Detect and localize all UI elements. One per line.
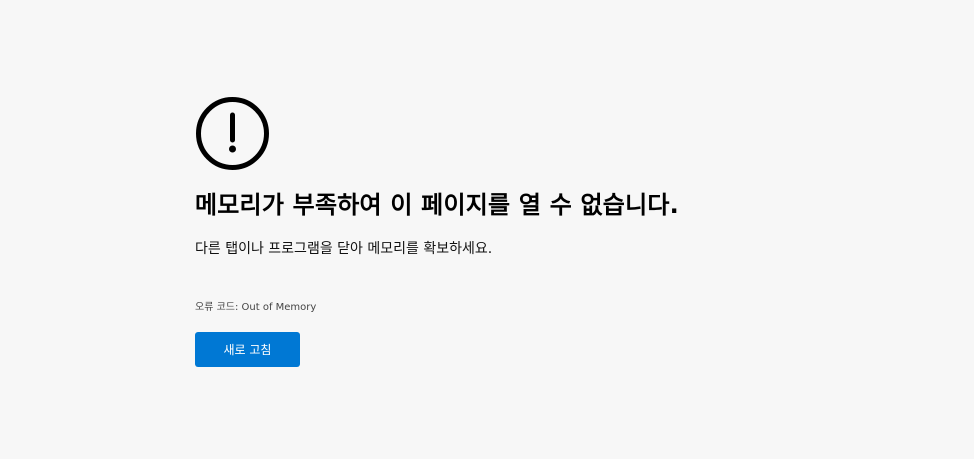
refresh-button[interactable]: 새로 고침 <box>195 332 300 367</box>
exclamation-circle-icon <box>195 96 270 171</box>
error-description: 다른 탭이나 프로그램을 닫아 메모리를 확보하세요. <box>195 241 493 257</box>
error-code: 오류 코드: Out of Memory <box>195 302 317 313</box>
page-title: 메모리가 부족하여 이 페이지를 열 수 없습니다. <box>195 191 679 219</box>
error-content: 메모리가 부족하여 이 페이지를 열 수 없습니다. 다른 탭이나 프로그램을 … <box>195 96 815 367</box>
